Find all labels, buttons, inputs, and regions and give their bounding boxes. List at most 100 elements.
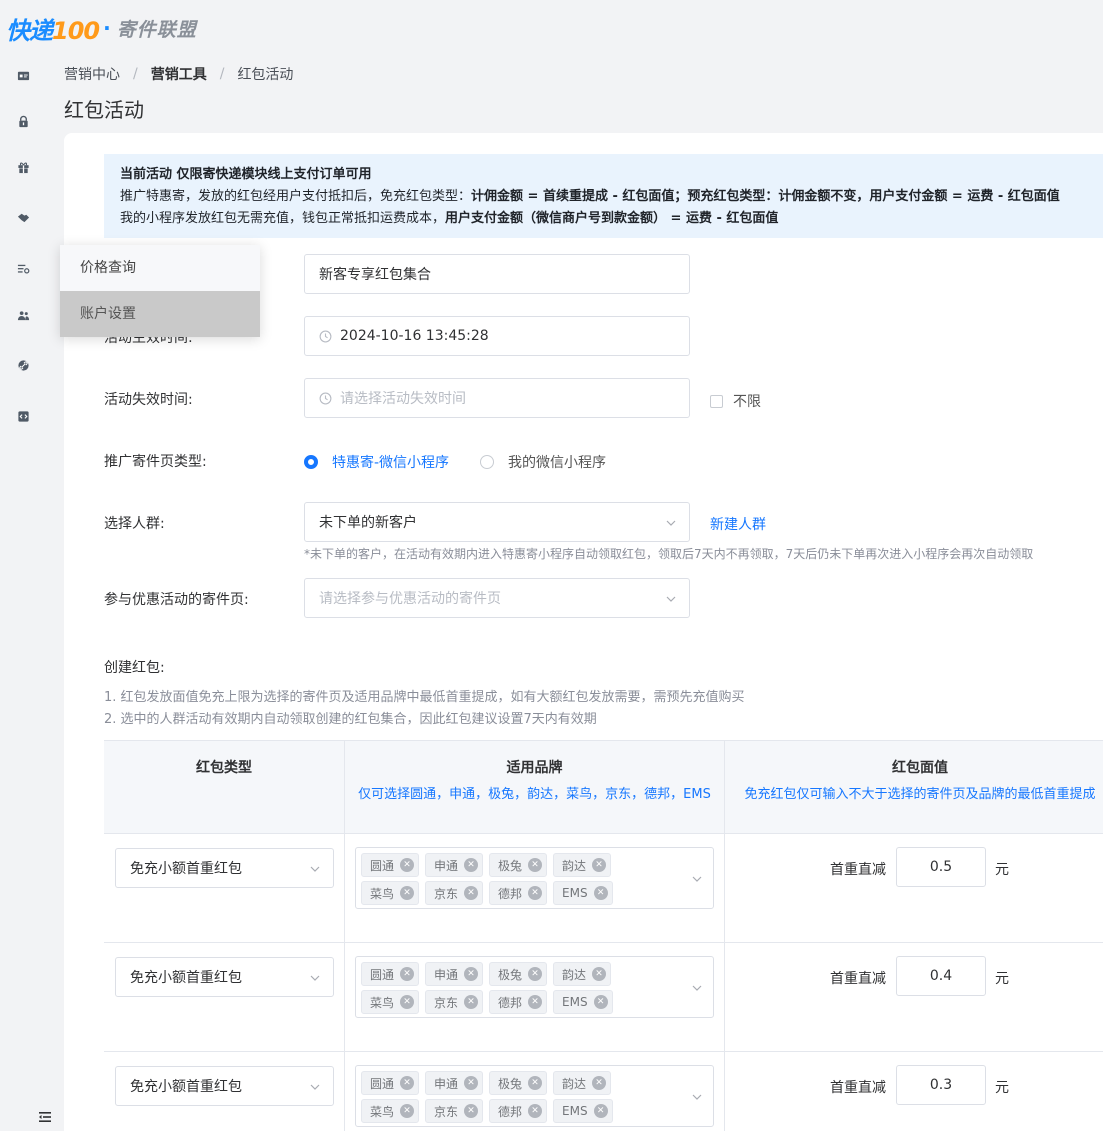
- redpacket-type-select[interactable]: 免充小额首重红包: [115, 848, 334, 888]
- tag-close-icon[interactable]: ✕: [528, 995, 543, 1009]
- tag-close-icon[interactable]: ✕: [464, 886, 479, 900]
- chevron-down-icon: [692, 1094, 702, 1100]
- users-icon[interactable]: [16, 308, 30, 322]
- face-value-unit: 元: [995, 1080, 1009, 1096]
- brand-multiselect[interactable]: 圆通 ✕ 申通 ✕ 极兔 ✕ 韵达 ✕ 菜鸟 ✕ 京东 ✕ 德邦 ✕ EMS ✕: [355, 847, 714, 909]
- face-value-input[interactable]: 0.4: [896, 956, 986, 996]
- tag-close-icon[interactable]: ✕: [593, 995, 608, 1009]
- brand-tag: 京东 ✕: [425, 1099, 484, 1123]
- menu-item-price-query[interactable]: 价格查询: [60, 245, 260, 291]
- brand-tag: 京东 ✕: [425, 881, 484, 905]
- logo-separator: ·: [103, 16, 111, 40]
- handshake-icon[interactable]: [16, 210, 30, 224]
- tag-close-icon[interactable]: ✕: [593, 1104, 608, 1118]
- checkbox-box[interactable]: [710, 394, 723, 408]
- face-value-label: 首重直减: [830, 1080, 886, 1096]
- brand-multiselect[interactable]: 圆通 ✕ 申通 ✕ 极兔 ✕ 韵达 ✕ 菜鸟 ✕ 京东 ✕ 德邦 ✕ EMS ✕: [355, 956, 714, 1018]
- brand-tag: 极兔 ✕: [489, 853, 548, 877]
- pages-select[interactable]: 请选择参与优惠活动的寄件页: [304, 578, 690, 618]
- unlimited-label: 不限: [733, 394, 761, 410]
- crowd-select[interactable]: 未下单的新客户: [304, 502, 690, 542]
- create-tips: 1. 红包发放面值免充上限为选择的寄件页及适用品牌中最低首重提成，如有大额红包发…: [104, 687, 745, 731]
- tag-close-icon[interactable]: ✕: [400, 886, 415, 900]
- tag-close-icon[interactable]: ✕: [464, 1076, 479, 1090]
- radio-circle[interactable]: [304, 455, 318, 469]
- tag-close-icon[interactable]: ✕: [464, 967, 479, 981]
- menu-item-account-settings[interactable]: 账户设置: [60, 291, 260, 337]
- table-row: 免充小额首重红包 圆通 ✕ 申通 ✕ 极兔 ✕ 韵达 ✕ 菜鸟 ✕ 京东 ✕ 德邦 ✕ EMS…: [104, 834, 1103, 943]
- logo-subtitle: 寄件联盟: [116, 18, 197, 41]
- end-time-placeholder: 请选择活动失效时间: [340, 391, 466, 407]
- pages-label: 参与优惠活动的寄件页:: [104, 592, 249, 608]
- radio-my-miniprogram[interactable]: 我的微信小程序: [480, 452, 606, 472]
- face-value-input[interactable]: 0.5: [896, 847, 986, 887]
- breadcrumb-item-marketing-center[interactable]: 营销中心: [64, 64, 120, 84]
- link-icon[interactable]: [16, 358, 30, 372]
- radio-circle[interactable]: [480, 455, 494, 469]
- tag-close-icon[interactable]: ✕: [593, 886, 608, 900]
- chevron-down-icon: [666, 520, 676, 526]
- id-card-icon[interactable]: [16, 68, 30, 82]
- end-time-label: 活动失效时间:: [104, 392, 193, 408]
- tag-close-icon[interactable]: ✕: [400, 858, 415, 872]
- pages-placeholder: 请选择参与优惠活动的寄件页: [319, 591, 501, 607]
- face-value-input[interactable]: 0.3: [896, 1065, 986, 1105]
- activity-name-input[interactable]: 新客专享红包集合: [304, 254, 690, 294]
- new-crowd-link[interactable]: 新建人群: [710, 514, 766, 534]
- column-header-type: 红包类型: [104, 741, 345, 835]
- radio-tehuiji-miniprogram[interactable]: 特惠寄-微信小程序: [304, 452, 449, 472]
- tag-close-icon[interactable]: ✕: [592, 858, 607, 872]
- tag-close-icon[interactable]: ✕: [464, 858, 479, 872]
- tag-close-icon[interactable]: ✕: [528, 886, 543, 900]
- redpacket-type-select[interactable]: 免充小额首重红包: [115, 1066, 334, 1106]
- page-title: 红包活动: [64, 98, 144, 122]
- brand-multiselect[interactable]: 圆通 ✕ 申通 ✕ 极兔 ✕ 韵达 ✕ 菜鸟 ✕ 京东 ✕ 德邦 ✕ EMS ✕: [355, 1065, 714, 1127]
- brand-tag: 京东 ✕: [425, 990, 484, 1014]
- face-value-unit: 元: [995, 971, 1009, 987]
- brand-tag: 圆通 ✕: [361, 853, 420, 877]
- lock-icon[interactable]: [16, 114, 30, 128]
- breadcrumb-item-current: 红包活动: [237, 67, 294, 83]
- activity-name-value: 新客专享红包集合: [319, 267, 431, 283]
- radio-label: 特惠寄-微信小程序: [332, 455, 450, 471]
- brand-tag: 韵达 ✕: [553, 1071, 612, 1095]
- clock-icon: [319, 392, 332, 404]
- logo[interactable]: 快递100 · 寄件联盟: [6, 12, 197, 45]
- end-time-picker[interactable]: 请选择活动失效时间: [304, 378, 690, 418]
- chevron-down-icon: [310, 975, 320, 981]
- tag-close-icon[interactable]: ✕: [528, 967, 543, 981]
- notice-line-2: 推广特惠寄，发放的红包经用户支付抵扣后，免充红包类型：计佣金额 = 首续重提成 …: [120, 189, 1060, 204]
- collapse-menu-icon[interactable]: [36, 1108, 54, 1126]
- redpacket-type-value: 免充小额首重红包: [130, 861, 242, 877]
- tag-close-icon[interactable]: ✕: [528, 1076, 543, 1090]
- sidebar: [0, 52, 46, 1131]
- start-time-picker[interactable]: 2024-10-16 13:45:28: [304, 316, 690, 356]
- tag-close-icon[interactable]: ✕: [464, 995, 479, 1009]
- breadcrumb-item-marketing-tools[interactable]: 营销工具: [151, 64, 207, 84]
- tag-close-icon[interactable]: ✕: [400, 1076, 415, 1090]
- tag-close-icon[interactable]: ✕: [592, 1076, 607, 1090]
- redpacket-type-select[interactable]: 免充小额首重红包: [115, 957, 334, 997]
- brand-tag: 申通 ✕: [425, 1071, 484, 1095]
- unlimited-checkbox[interactable]: 不限: [710, 391, 761, 411]
- tag-close-icon[interactable]: ✕: [464, 1104, 479, 1118]
- tag-close-icon[interactable]: ✕: [400, 1104, 415, 1118]
- table-row: 免充小额首重红包 圆通 ✕ 申通 ✕ 极兔 ✕ 韵达 ✕ 菜鸟 ✕ 京东 ✕ 德邦 ✕ EMS…: [104, 1052, 1103, 1131]
- notice-banner: 当前活动 仅限寄快递模块线上支付订单可用 推广特惠寄，发放的红包经用户支付抵扣后…: [104, 154, 1103, 238]
- chevron-down-icon: [692, 876, 702, 882]
- brand-tag: 极兔 ✕: [489, 1071, 548, 1095]
- breadcrumb-separator: /: [133, 66, 138, 82]
- column-header-face-value: 红包面值 免充红包仅可输入不大于选择的寄件页及品牌的最低首重提成: [725, 741, 1103, 835]
- gift-icon[interactable]: [16, 160, 30, 174]
- face-value-unit: 元: [995, 862, 1009, 878]
- tag-close-icon[interactable]: ✕: [400, 995, 415, 1009]
- clock-icon: [319, 330, 332, 342]
- tag-close-icon[interactable]: ✕: [528, 1104, 543, 1118]
- tag-close-icon[interactable]: ✕: [528, 858, 543, 872]
- list-settings-icon[interactable]: [16, 261, 30, 275]
- tag-close-icon[interactable]: ✕: [592, 967, 607, 981]
- tag-close-icon[interactable]: ✕: [400, 967, 415, 981]
- table-header: 红包类型 适用品牌 仅可选择圆通，申通，极兔，韵达，菜鸟，京东，德邦，EMS 红…: [104, 740, 1103, 835]
- tip-item: 1. 红包发放面值免充上限为选择的寄件页及适用品牌中最低首重提成，如有大额红包发…: [104, 690, 745, 705]
- code-icon[interactable]: [16, 409, 30, 423]
